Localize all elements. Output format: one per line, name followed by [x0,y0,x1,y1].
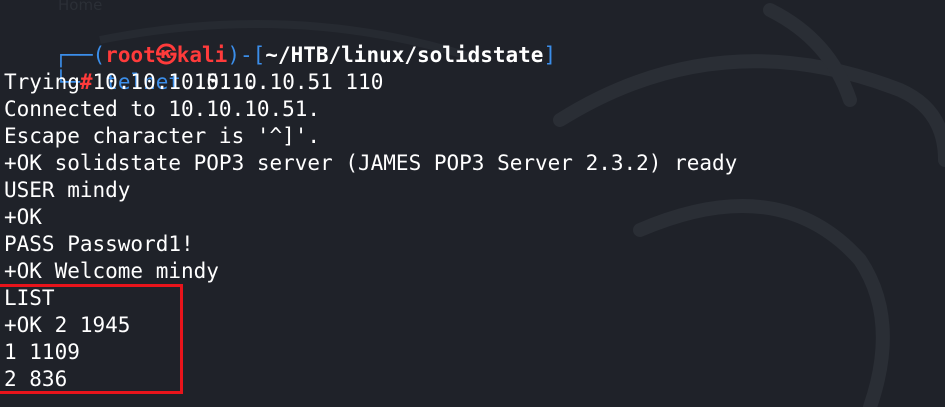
highlight-box [0,284,183,394]
output-line: USER mindy [4,178,131,202]
output-line: Connected to 10.10.10.51. [4,97,321,121]
output-line: +OK solidstate POP3 server (JAMES POP3 S… [4,151,738,175]
terminal-window[interactable]: Home ┌──(root㉿kali)-[~/HTB/linux/solidst… [0,0,945,407]
output-line: PASS Password1! [4,232,194,256]
output-line: Trying 10.10.10.51... [4,70,270,94]
ghost-home-label: Home [58,0,103,14]
prompt-line: ┌──(root㉿kali)-[~/HTB/linux/solidstate] [4,15,557,67]
command-line: └─# telnet 10.10.10.51 110 [4,42,384,94]
output-line: Escape character is '^]'. [4,124,321,148]
output-line: +OK Welcome mindy [4,259,219,283]
output-line: +OK [4,205,42,229]
prompt-close-bracket: ] [543,43,557,67]
